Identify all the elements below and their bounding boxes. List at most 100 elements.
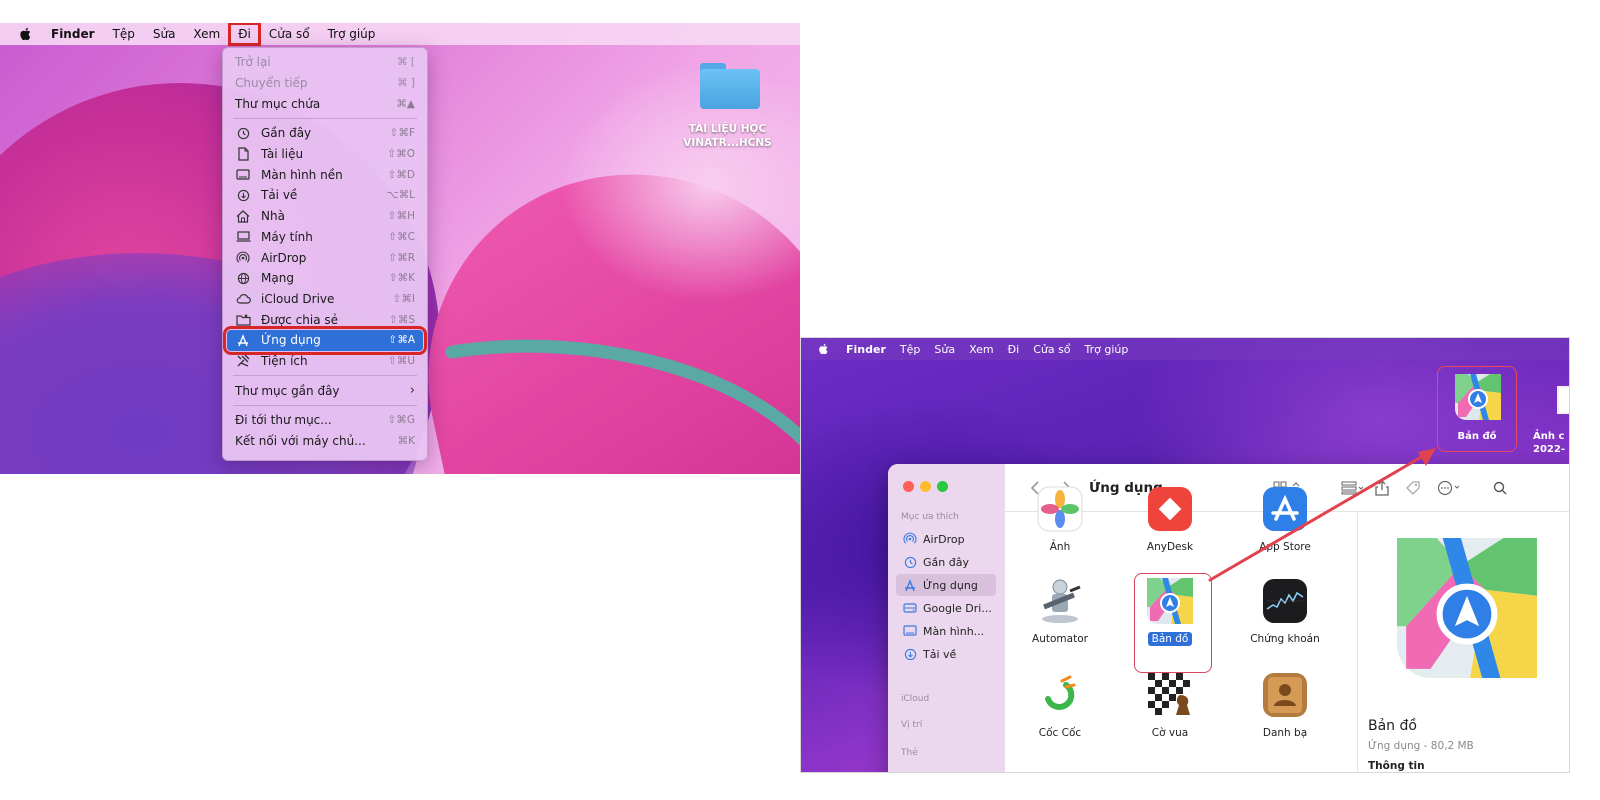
sidebar-item[interactable]: Gần đây	[896, 551, 996, 573]
go-menu-item[interactable]: AirDrop ⇧⌘R	[223, 247, 427, 268]
go-menu-item-shortcut: ⌘▲	[396, 97, 415, 110]
window-controls	[903, 481, 948, 492]
apple-logo-icon[interactable]	[817, 343, 829, 355]
go-menu-item-label: Mạng	[261, 271, 294, 286]
desktop-icon	[903, 625, 917, 637]
sidebar-item-label: Gần đây	[923, 555, 969, 569]
go-menu-item-shortcut: ⇧⌘A	[388, 334, 415, 347]
go-menu-item[interactable]: Tải về ⌥⌘L	[223, 185, 427, 206]
menu-file[interactable]: Tệp	[893, 343, 927, 356]
app-item-label: Chứng khoán	[1250, 633, 1320, 645]
go-menu-item-shortcut: ⇧⌘I	[392, 292, 415, 305]
go-menu-item-shortcut: ⇧⌘G	[387, 414, 415, 427]
app-item[interactable]: Cờ vua	[1115, 671, 1225, 739]
sidebar-header-icloud: iCloud	[901, 694, 930, 704]
go-menu-item[interactable]: Thư mục gần đây ›	[223, 380, 427, 401]
airdrop-icon	[903, 532, 917, 545]
menu-finder[interactable]: Finder	[42, 23, 104, 45]
search-icon[interactable]	[1493, 481, 1507, 495]
menu-window[interactable]: Cửa sổ	[260, 23, 319, 45]
app-item[interactable]: Ảnh	[1005, 485, 1115, 553]
go-menu-item-shortcut: ⇧⌘D	[387, 168, 415, 181]
menu-finder[interactable]: Finder	[839, 343, 893, 356]
desktop-icon	[235, 168, 251, 182]
app-item-label: Cờ vua	[1151, 727, 1189, 739]
maps-icon	[1455, 374, 1501, 420]
desktop-folder-label[interactable]: TÀI LIỆU HỌC VINATR...HCNS	[660, 122, 795, 150]
menu-go[interactable]: Đi	[228, 23, 261, 46]
go-menu-item-shortcut: ⌥⌘L	[386, 189, 415, 202]
go-menu-item[interactable]: Mạng ⇧⌘K	[223, 268, 427, 289]
sidebar-item-label: Ứng dụng	[923, 578, 978, 592]
go-menu-item-label: Kết nối với máy chủ...	[235, 434, 366, 449]
go-menu-item-label: Thư mục gần đây	[235, 383, 340, 398]
menu-help[interactable]: Trợ giúp	[319, 23, 385, 45]
go-menu-item-label: Ứng dụng	[261, 333, 321, 348]
desktop-folder-icon[interactable]	[700, 63, 760, 109]
go-menu-item[interactable]: iCloud Drive ⇧⌘I	[223, 289, 427, 310]
sidebar-item[interactable]: Tải về	[896, 643, 996, 665]
contacts-icon	[1261, 671, 1309, 719]
app-item[interactable]: Danh bạ	[1230, 671, 1340, 739]
app-item-label: AnyDesk	[1146, 541, 1194, 553]
preview-app-name: Bản đồ	[1368, 718, 1417, 734]
shared-folder-icon	[235, 313, 251, 327]
go-menu-item-shortcut: ⇧⌘C	[388, 230, 415, 243]
go-menu-item[interactable]: Nhà ⇧⌘H	[223, 206, 427, 227]
go-menu-item[interactable]: Kết nối với máy chủ... ⌘K	[223, 431, 427, 452]
menu-go[interactable]: Đi	[1001, 343, 1027, 356]
go-menu-item[interactable]: Tiện ích ⇧⌘U	[223, 351, 427, 372]
preview-info-header: Thông tin	[1368, 760, 1425, 772]
chevron-right-icon: ›	[409, 383, 415, 399]
menu-bar: Finder Tệp Sửa Xem Đi Cửa sổ Trợ giúp	[0, 23, 800, 46]
go-menu-item[interactable]: Màn hình nền ⇧⌘D	[223, 164, 427, 185]
app-item[interactable]: Automator	[1005, 577, 1115, 645]
go-menu-item-label: Gần đây	[261, 126, 312, 141]
go-menu-dropdown: Trở lại ⌘ [Chuyển tiếp ⌘ ] Thư mục chứa ⌘▲ Gầ…	[222, 47, 428, 461]
sidebar-item[interactable]: Ứng dụng	[896, 574, 996, 596]
sidebar-item[interactable]: Màn hình...	[896, 620, 996, 642]
network-icon	[235, 271, 251, 285]
sidebar-item[interactable]: AirDrop	[896, 528, 996, 550]
laptop-icon	[235, 230, 251, 244]
desktop-file-label[interactable]: Ảnh c 2022-	[1533, 430, 1569, 456]
app-item[interactable]: Cốc Cốc	[1005, 671, 1115, 739]
sidebar-item-label: Tải về	[923, 647, 957, 661]
go-menu-item[interactable]: Đi tới thư mục... ⇧⌘G	[223, 410, 427, 431]
apple-logo-icon[interactable]	[18, 27, 32, 41]
applications-icon	[903, 578, 917, 591]
go-menu-item-label: Chuyển tiếp	[235, 76, 308, 91]
zoom-button[interactable]	[937, 481, 948, 492]
go-menu-item-label: Trở lại	[235, 55, 271, 70]
go-menu-item: Trở lại ⌘ [	[223, 52, 427, 73]
go-menu-item-shortcut: ⇧⌘R	[388, 251, 415, 264]
menu-edit[interactable]: Sửa	[144, 23, 185, 45]
screenshot-applications-folder: Finder Tệp Sửa Xem Đi Cửa sổ Trợ giúp Bả…	[800, 337, 1570, 773]
applications-icon	[235, 333, 251, 347]
sidebar-item[interactable]: Google Dri...	[896, 597, 996, 619]
go-menu-item[interactable]: Được chia sẻ ⇧⌘S	[223, 309, 427, 330]
close-button[interactable]	[903, 481, 914, 492]
menu-file[interactable]: Tệp	[104, 23, 144, 45]
go-menu-item[interactable]: Thư mục chứa ⌘▲	[223, 93, 427, 114]
menu-help[interactable]: Trợ giúp	[1078, 343, 1136, 356]
menu-view[interactable]: Xem	[962, 343, 1001, 356]
go-menu-item-label: Được chia sẻ	[261, 312, 338, 327]
menu-window[interactable]: Cửa sổ	[1026, 343, 1077, 356]
go-menu-item[interactable]: Gần đây ⇧⌘F	[223, 123, 427, 144]
go-menu-item[interactable]: Tài liệu ⇧⌘O	[223, 144, 427, 165]
go-menu-item-label: Tiện ích	[261, 353, 308, 368]
go-menu-item-label: Tài liệu	[261, 147, 304, 162]
desktop-file-icon[interactable]	[1557, 386, 1569, 414]
go-menu-item: Chuyển tiếp ⌘ ]	[223, 73, 427, 94]
go-menu-item[interactable]: Máy tính ⇧⌘C	[223, 227, 427, 248]
menu-separator	[233, 405, 417, 406]
home-icon	[235, 209, 251, 223]
menu-view[interactable]: Xem	[184, 23, 229, 45]
minimize-button[interactable]	[920, 481, 931, 492]
menu-edit[interactable]: Sửa	[927, 343, 962, 356]
automator-icon	[1036, 577, 1084, 625]
go-menu-item[interactable]: Ứng dụng ⇧⌘A	[223, 325, 427, 355]
go-menu-item-label: iCloud Drive	[261, 291, 335, 306]
anydesk-icon	[1146, 485, 1194, 533]
